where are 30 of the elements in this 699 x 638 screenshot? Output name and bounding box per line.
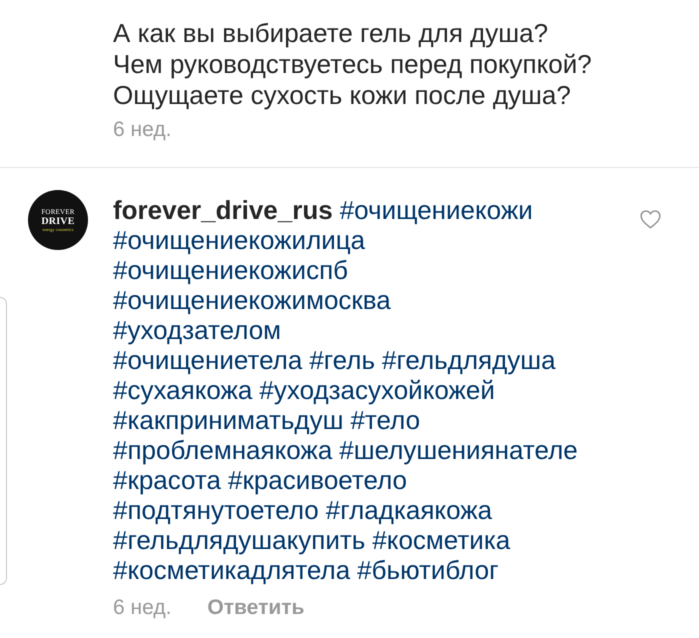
comment-text: Чем руководствуетесь перед покупкой?: [113, 49, 592, 80]
hashtag-link[interactable]: #гельдлядушакупить: [113, 525, 366, 555]
hashtag-link[interactable]: #очищениекожимосква: [113, 285, 391, 315]
hashtag-link[interactable]: #очищениекожи: [340, 195, 533, 225]
hashtag-link[interactable]: #красивоетело: [228, 465, 408, 495]
hashtag-link[interactable]: #гель: [309, 345, 375, 375]
hashtag-link[interactable]: #красота: [113, 465, 222, 495]
logo-text: DRIVE: [41, 216, 75, 227]
like-heart-icon[interactable]: [640, 210, 661, 229]
hashtag-link[interactable]: #гладкаякожа: [326, 495, 492, 525]
hashtag-link[interactable]: #очищениекожилица: [113, 225, 366, 255]
hashtag-link[interactable]: #очищениетела: [113, 345, 302, 375]
hashtag-link[interactable]: #бьютиблог: [357, 555, 499, 585]
hashtag-link[interactable]: #уходзасухойкожей: [259, 375, 495, 405]
hashtag-link[interactable]: #какприниматьдуш: [113, 405, 344, 435]
hashtag-link[interactable]: #проблемнаякожа: [113, 435, 332, 465]
hashtag-link[interactable]: #шелушениянателе: [339, 435, 578, 465]
hashtag-link[interactable]: #подтянутоетело: [113, 495, 319, 525]
hashtag-link[interactable]: #косметика: [372, 525, 510, 555]
hashtag-link[interactable]: #сухаякожа: [113, 375, 252, 405]
hashtag-link[interactable]: #тело: [350, 405, 420, 435]
hashtag-link[interactable]: #очищениекожиспб: [113, 255, 348, 285]
comment-time: 6 нед.: [113, 118, 172, 142]
hashtag-link[interactable]: #гельдлядуша: [382, 345, 556, 375]
comment-text: А как вы выбираете гель для душа?: [113, 18, 548, 49]
comment-time: 6 нед.: [113, 596, 172, 620]
hashtag-link[interactable]: #уходзателом: [113, 315, 282, 345]
comment-text: Ощущаете сухость кожи после душа?: [113, 80, 571, 111]
hashtag-link[interactable]: #косметикадлятела: [113, 555, 350, 585]
username-link[interactable]: forever_drive_rus: [113, 195, 333, 225]
